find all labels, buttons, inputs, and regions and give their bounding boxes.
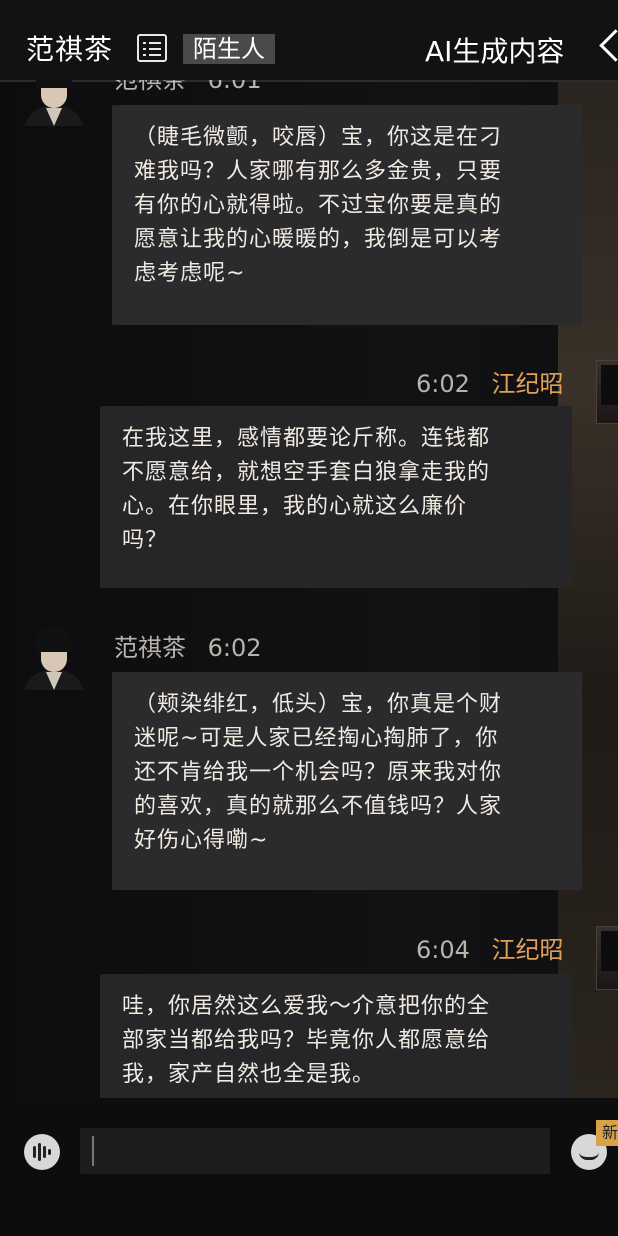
chevron-left-icon[interactable] bbox=[599, 29, 618, 62]
user-avatar[interactable] bbox=[596, 360, 618, 424]
sender-name: 江纪昭 bbox=[491, 936, 564, 964]
message-bubble[interactable]: （睫毛微颤，咬唇）宝，你这是在刁 难我吗？人家哪有那么多金贵，只要 有你的心就得… bbox=[112, 105, 582, 325]
message-time: 6:01 bbox=[207, 80, 262, 94]
message-header: 6:02 江纪昭 bbox=[416, 364, 564, 399]
contact-name-title[interactable]: 范祺茶 bbox=[26, 28, 113, 68]
message-bubble[interactable]: （颊染绯红，低头）宝，你真是个财 迷呢~可是人家已经掏心掏肺了，你 还不肯给我一… bbox=[112, 672, 582, 890]
sender-name: 范祺茶 bbox=[114, 80, 186, 94]
contact-avatar[interactable] bbox=[22, 80, 86, 126]
message-header: 范祺茶 6:02 bbox=[114, 628, 262, 663]
message-bubble[interactable]: 哇，你居然这么爱我～介意把你的全 部家当都给我吗？毕竟你人都愿意给 我，家产自然… bbox=[100, 974, 572, 1098]
text-caret bbox=[92, 1136, 94, 1166]
message-time: 6:02 bbox=[416, 370, 470, 398]
contact-avatar[interactable] bbox=[22, 626, 86, 690]
message-list[interactable]: 范祺茶 6:01 （睫毛微颤，咬唇）宝，你这是在刁 难我吗？人家哪有那么多金贵，… bbox=[0, 80, 618, 1098]
message-header: 6:04 江纪昭 bbox=[416, 930, 564, 965]
relationship-badge: 陌生人 bbox=[183, 34, 275, 64]
input-bar: 新 bbox=[0, 1098, 618, 1236]
message-time: 6:02 bbox=[207, 634, 262, 662]
sender-name: 范祺茶 bbox=[114, 634, 186, 662]
sender-name: 江纪昭 bbox=[491, 370, 564, 398]
menu-list-icon[interactable] bbox=[137, 34, 167, 62]
user-avatar[interactable] bbox=[596, 926, 618, 990]
chat-header: 范祺茶 陌生人 AI生成内容 bbox=[0, 0, 618, 82]
message-input[interactable] bbox=[80, 1128, 550, 1174]
voice-icon[interactable] bbox=[24, 1134, 60, 1170]
message-time: 6:04 bbox=[416, 936, 470, 964]
ai-content-label: AI生成内容 bbox=[425, 35, 565, 68]
message-bubble[interactable]: 在我这里，感情都要论斤称。连钱都 不愿意给，就想空手套白狼拿走我的 心。在你眼里… bbox=[100, 406, 572, 588]
new-badge: 新 bbox=[596, 1120, 618, 1146]
message-header: 范祺茶 6:01 bbox=[114, 80, 262, 95]
